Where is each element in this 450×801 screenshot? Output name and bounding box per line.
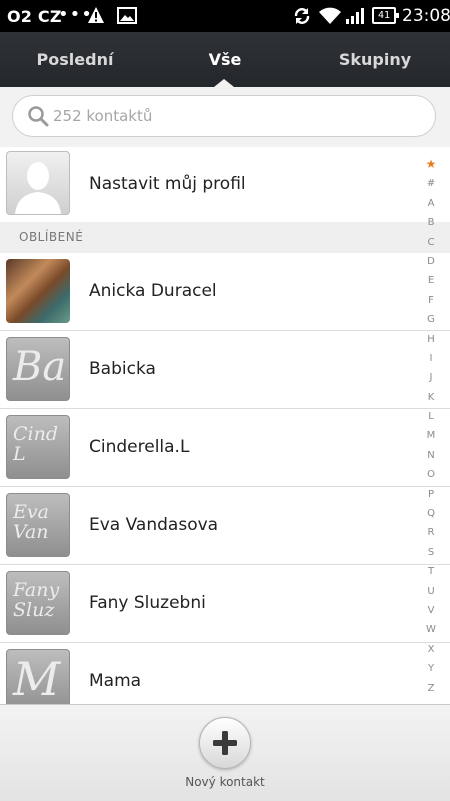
contact-avatar: Ba <box>6 337 70 401</box>
sync-icon <box>294 8 310 24</box>
favorites-star-icon[interactable]: ★ <box>420 155 442 174</box>
signal-icon <box>346 8 364 24</box>
clock: 23:08 <box>402 6 450 26</box>
contact-row[interactable]: Cind L Cinderella.L <box>0 409 450 487</box>
contact-avatar: Cind L <box>6 415 70 479</box>
contact-row[interactable]: M Mama <box>0 643 450 704</box>
index-letter[interactable]: X <box>420 640 442 659</box>
index-letter[interactable]: J <box>420 368 442 387</box>
contact-name: Fany Sluzebni <box>89 593 206 613</box>
index-letter[interactable]: P <box>420 485 442 504</box>
avatar-initials: Eva Van <box>13 501 49 543</box>
search-area: 252 kontaktů <box>0 87 450 147</box>
contact-name: Anicka Duracel <box>89 281 217 301</box>
wifi-icon <box>319 7 341 24</box>
avatar-initials: Fany Sluz <box>13 579 60 621</box>
index-letter[interactable]: U <box>420 582 442 601</box>
index-letter[interactable]: O <box>420 465 442 484</box>
index-letter[interactable]: G <box>420 310 442 329</box>
warning-icon <box>88 7 104 23</box>
contact-row[interactable]: Ba Babicka <box>0 331 450 409</box>
search-input[interactable]: 252 kontaktů <box>12 95 436 137</box>
index-letter[interactable]: R <box>420 523 442 542</box>
search-icon <box>28 106 49 127</box>
index-letter[interactable]: F <box>420 291 442 310</box>
index-letter[interactable]: M <box>420 426 442 445</box>
contact-row[interactable]: Anicka Duracel <box>0 253 450 331</box>
avatar-initials: M <box>13 652 61 704</box>
status-bar: O2 CZ ••• 41 23:08 <box>0 0 450 32</box>
person-silhouette-icon <box>15 162 61 214</box>
carrier-label: O2 CZ <box>7 7 62 26</box>
index-letter[interactable]: L <box>420 407 442 426</box>
index-letter[interactable]: C <box>420 233 442 252</box>
image-notification-icon <box>117 7 137 24</box>
index-letter[interactable]: T <box>420 562 442 581</box>
index-letter[interactable]: K <box>420 388 442 407</box>
contact-list[interactable]: Nastavit můj profil OBLÍBENÉ Anicka Dura… <box>0 147 450 704</box>
alphabet-index[interactable]: ★ # A B C D E F G H I J K L M N O P Q R … <box>420 155 442 698</box>
index-letter[interactable]: Z <box>420 679 442 698</box>
avatar-initials: Cind L <box>13 423 59 465</box>
contact-row[interactable]: Fany Sluz Fany Sluzebni <box>0 565 450 643</box>
avatar-initials: Ba <box>13 344 67 390</box>
contact-avatar: Fany Sluz <box>6 571 70 635</box>
tab-recent[interactable]: Poslední <box>0 32 150 87</box>
index-letter[interactable]: Q <box>420 504 442 523</box>
index-letter[interactable]: N <box>420 446 442 465</box>
tab-groups[interactable]: Skupiny <box>300 32 450 87</box>
index-letter[interactable]: W <box>420 620 442 639</box>
index-letter[interactable]: A <box>420 194 442 213</box>
new-contact-button[interactable] <box>199 717 251 769</box>
index-letter[interactable]: S <box>420 543 442 562</box>
index-letter[interactable]: # <box>420 174 442 193</box>
contact-row[interactable]: Eva Van Eva Vandasova <box>0 487 450 565</box>
index-letter[interactable]: B <box>420 213 442 232</box>
index-letter[interactable]: D <box>420 252 442 271</box>
contact-name: Eva Vandasova <box>89 515 219 535</box>
index-letter[interactable]: I <box>420 349 442 368</box>
plus-icon <box>213 731 237 755</box>
default-avatar <box>6 151 70 215</box>
contact-name: Cinderella.L <box>89 437 190 457</box>
search-placeholder: 252 kontaktů <box>53 107 153 125</box>
my-profile-row[interactable]: Nastavit můj profil <box>0 147 450 223</box>
index-letter[interactable]: H <box>420 330 442 349</box>
contact-photo <box>6 259 70 323</box>
bottom-action-bar: Nový kontakt <box>0 704 450 801</box>
contact-avatar: M <box>6 649 70 704</box>
active-tab-indicator <box>214 79 234 87</box>
section-label: OBLÍBENÉ <box>19 230 84 244</box>
contact-name: Mama <box>89 671 142 691</box>
favorites-section-header: OBLÍBENÉ <box>0 222 450 254</box>
my-profile-label: Nastavit můj profil <box>89 174 246 194</box>
contact-name: Babicka <box>89 359 156 379</box>
index-letter[interactable]: V <box>420 601 442 620</box>
battery-icon: 41 <box>372 7 399 24</box>
new-contact-label: Nový kontakt <box>185 775 265 789</box>
index-letter[interactable]: Y <box>420 659 442 678</box>
contact-avatar: Eva Van <box>6 493 70 557</box>
index-letter[interactable]: E <box>420 271 442 290</box>
